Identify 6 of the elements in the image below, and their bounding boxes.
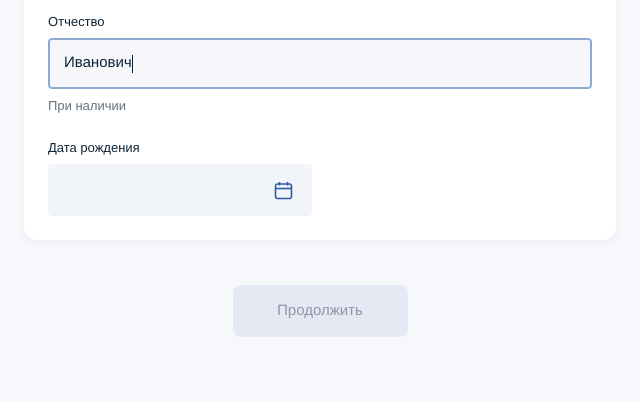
- hint-text: При наличии: [48, 98, 127, 114]
- field-label: Дата рождения: [48, 140, 141, 156]
- calendar-icon: [274, 180, 293, 200]
- date-field[interactable]: [48, 164, 312, 216]
- field-label: Отчество: [48, 14, 106, 30]
- input-field[interactable]: Иванович: [48, 38, 592, 89]
